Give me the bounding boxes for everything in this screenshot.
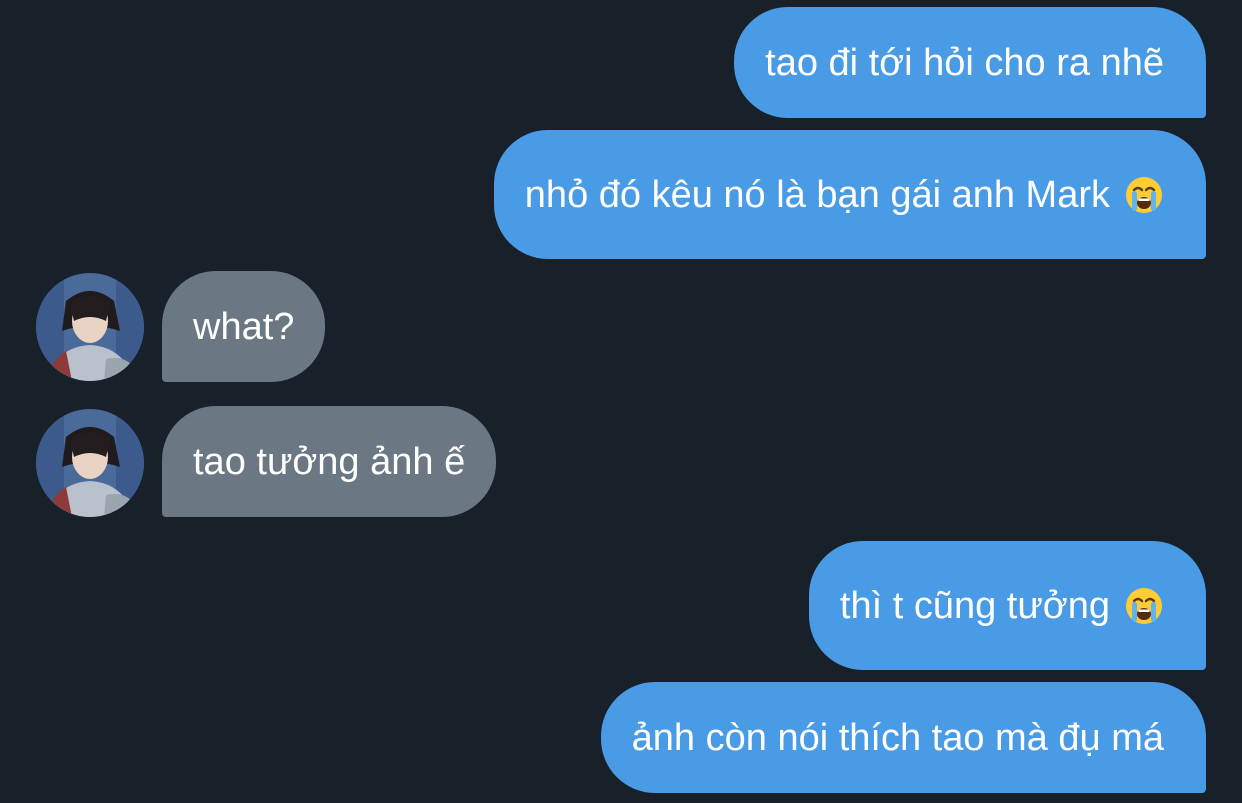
message-text: nhỏ đó kêu nó là bạn gái anh Mark <box>524 173 1110 216</box>
contact-avatar[interactable] <box>36 409 144 517</box>
loudly-crying-face-icon <box>1124 175 1164 215</box>
message-bubble-sent[interactable]: nhỏ đó kêu nó là bạn gái anh Mark <box>493 130 1206 259</box>
message-bubble-received[interactable]: what? <box>162 271 326 382</box>
message-text: ảnh còn nói thích tao mà đụ má <box>631 716 1164 759</box>
loudly-crying-face-icon <box>1124 586 1164 626</box>
message-text: what? <box>193 305 295 348</box>
message-text: thì t cũng tưởng <box>839 584 1110 627</box>
message-bubble-received[interactable]: tao tưởng ảnh ế <box>162 406 497 517</box>
message-text: tao tưởng ảnh ế <box>193 440 466 483</box>
message-bubble-sent[interactable]: ảnh còn nói thích tao mà đụ má <box>600 682 1206 793</box>
message-text: tao đi tới hỏi cho ra nhẽ <box>765 41 1164 84</box>
contact-avatar[interactable] <box>36 273 144 381</box>
message-bubble-sent[interactable]: tao đi tới hỏi cho ra nhẽ <box>734 7 1206 118</box>
message-bubble-sent[interactable]: thì t cũng tưởng <box>808 541 1206 670</box>
